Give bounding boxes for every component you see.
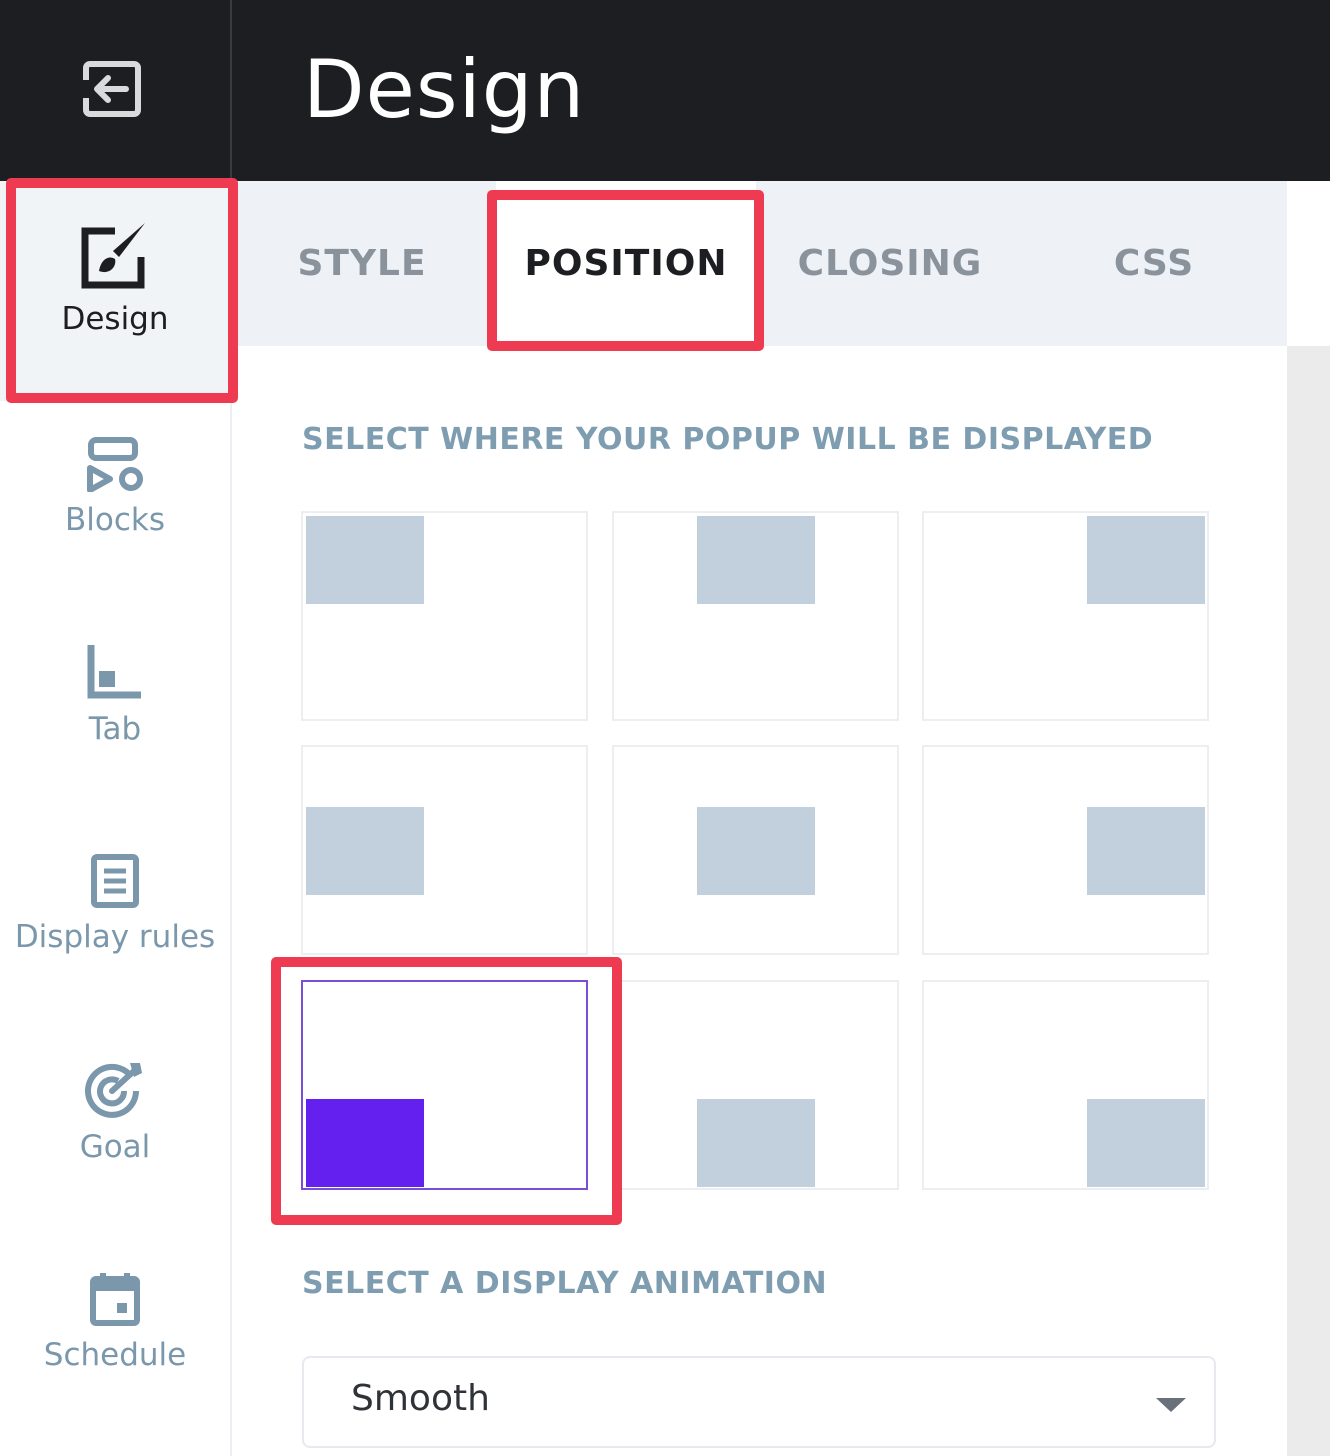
- chevron-down-icon: [1156, 1398, 1186, 1412]
- popup-preview: [1087, 1099, 1205, 1187]
- sidebar-item-blocks[interactable]: Blocks: [0, 436, 230, 586]
- position-panel: SELECT WHERE YOUR POPUP WILL BE DISPLAYE…: [232, 346, 1287, 1456]
- right-gutter: [1287, 346, 1330, 1456]
- sidebar-item-label: Design: [61, 301, 169, 337]
- sidebar-item-display-rules[interactable]: Display rules: [0, 853, 230, 1003]
- sidebar-item-label: Schedule: [43, 1337, 187, 1373]
- position-section-title: SELECT WHERE YOUR POPUP WILL BE DISPLAYE…: [302, 422, 1154, 457]
- blocks-icon: [87, 437, 143, 492]
- sidebar-item-label: Tab: [88, 711, 142, 747]
- tab-style[interactable]: STYLE: [252, 181, 472, 346]
- sidebar-item-tab[interactable]: Tab: [0, 643, 230, 793]
- position-middle-left[interactable]: [301, 745, 588, 955]
- sidebar-item-label: Goal: [79, 1129, 151, 1165]
- popup-preview: [697, 1099, 815, 1187]
- target-icon: [85, 1063, 142, 1118]
- position-top-center[interactable]: [612, 511, 899, 721]
- sidebar-item-label: Blocks: [65, 502, 165, 538]
- tab-css[interactable]: CSS: [1072, 181, 1236, 346]
- animation-section-title: SELECT A DISPLAY ANIMATION: [302, 1266, 828, 1301]
- popup-preview: [306, 1099, 424, 1187]
- calendar-icon: [90, 1273, 140, 1326]
- position-middle-right[interactable]: [922, 745, 1209, 955]
- page-title: Design: [303, 43, 586, 136]
- header-divider: [230, 0, 232, 181]
- sidebar-item-schedule[interactable]: Schedule: [0, 1271, 230, 1421]
- header: Design: [0, 0, 1330, 181]
- sidebar: Design Blocks Tab Display rules Goal Sch…: [0, 181, 232, 1456]
- position-top-right[interactable]: [922, 511, 1209, 721]
- tab-position[interactable]: POSITION: [496, 181, 756, 346]
- popup-preview: [697, 516, 815, 604]
- sidebar-item-design[interactable]: Design: [0, 181, 230, 401]
- animation-select-value: Smooth: [351, 1378, 490, 1419]
- exit-button[interactable]: [80, 58, 144, 120]
- brush-icon: [81, 223, 145, 289]
- position-bottom-right[interactable]: [922, 980, 1209, 1190]
- right-strip-top: [1287, 181, 1330, 346]
- tab-icon: [87, 645, 141, 699]
- position-bottom-center[interactable]: [612, 980, 899, 1190]
- exit-icon: [81, 61, 141, 117]
- popup-preview: [1087, 516, 1205, 604]
- animation-select[interactable]: Smooth: [302, 1356, 1216, 1448]
- position-top-left[interactable]: [301, 511, 588, 721]
- tab-bar: STYLE POSITION CLOSING CSS: [232, 181, 1287, 346]
- tab-closing[interactable]: CLOSING: [772, 181, 1008, 346]
- sidebar-item-label: Display rules: [14, 919, 216, 955]
- list-icon: [91, 854, 139, 908]
- position-center[interactable]: [612, 745, 899, 955]
- sidebar-item-goal[interactable]: Goal: [0, 1061, 230, 1211]
- popup-preview: [697, 807, 815, 895]
- popup-preview: [306, 516, 424, 604]
- popup-preview: [306, 807, 424, 895]
- position-bottom-left[interactable]: [301, 980, 588, 1190]
- popup-preview: [1087, 807, 1205, 895]
